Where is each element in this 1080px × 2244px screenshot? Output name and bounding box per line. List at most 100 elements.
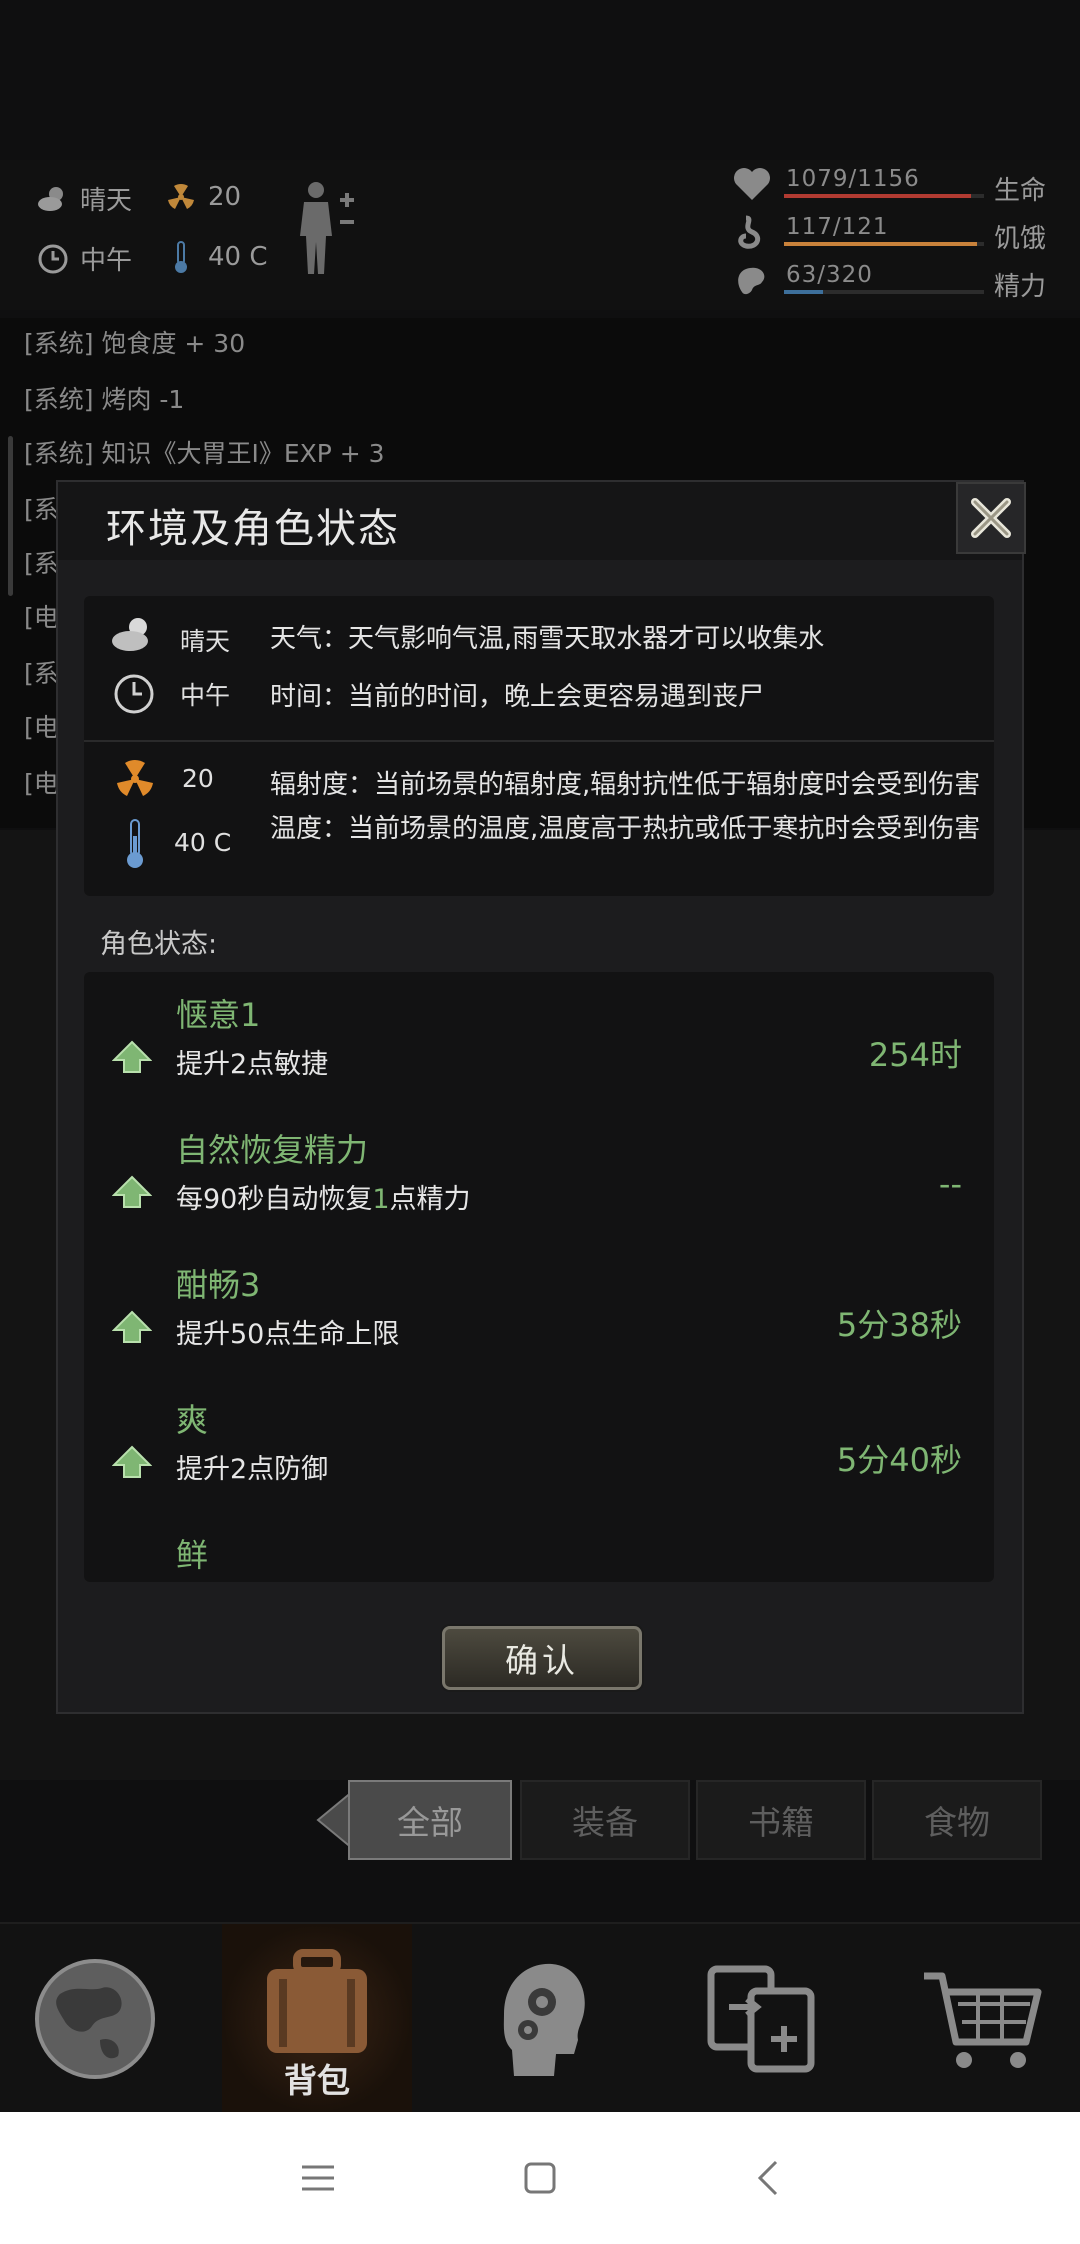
environment-panel: 晴天 天气：天气影响气温,雨雪天取水器才可以收集水 中午 时间：当前的时间，晚上…	[84, 596, 994, 896]
thermometer-icon	[124, 818, 146, 870]
back-chevron-icon	[757, 2160, 778, 2196]
log-line: [系统] 知识《大胃王Ⅰ》EXP + 3	[24, 439, 385, 468]
inventory-tabs: 全部 装备 书籍 食物	[316, 1780, 1076, 1862]
status-duration: 5分40秒	[836, 1441, 962, 1479]
health-bar: 1079/1156 生命	[732, 160, 1062, 208]
buff-arrow-icon	[111, 1040, 153, 1074]
close-icon	[971, 498, 1011, 538]
status-name: 爽	[176, 1401, 209, 1439]
hunger-value: 117/121	[786, 214, 889, 240]
buff-arrow-icon	[111, 1310, 153, 1344]
divider	[84, 740, 994, 742]
status-duration: 5分38秒	[836, 1306, 962, 1344]
tab-all[interactable]: 全部	[348, 1780, 512, 1860]
menu-button[interactable]	[288, 2148, 348, 2208]
body-status-button[interactable]	[292, 178, 362, 278]
weather-indicator: 晴天	[36, 180, 132, 217]
log-line: [电	[24, 603, 59, 632]
status-description: 每90秒自动恢复1点精力	[176, 1184, 471, 1215]
tab-equipment[interactable]: 装备	[520, 1780, 690, 1860]
bottom-navigation: 背包	[0, 1922, 1080, 2114]
hunger-label: 饥饿	[994, 224, 1047, 254]
vital-bars: 1079/1156 生命 117/121 饥饿 63/320 精力	[732, 160, 1062, 304]
radiation-text: 20	[208, 182, 242, 212]
health-label: 生命	[994, 176, 1047, 206]
radiation-icon	[164, 180, 198, 214]
temperature-indicator: 40 C	[164, 240, 268, 274]
cart-icon	[924, 1972, 1042, 2068]
confirm-button[interactable]: 确认	[442, 1626, 642, 1690]
dialog-title: 环境及角色状态	[106, 506, 400, 552]
weather-description: 天气：天气影响气温,雨雪天取水器才可以收集水	[270, 624, 825, 654]
status-item: 自然恢复精力 每90秒自动恢复1点精力 --	[84, 1107, 994, 1242]
globe-icon	[35, 1959, 155, 2079]
hunger-fill	[784, 242, 978, 246]
time-description: 时间：当前的时间，晚上会更容易遇到丧尸	[270, 682, 765, 712]
health-value: 1079/1156	[786, 166, 920, 192]
status-item: 爽 提升2点防御 5分40秒	[84, 1377, 994, 1512]
radiation-icon	[114, 758, 156, 800]
brain-icon	[732, 262, 772, 298]
nav-backpack[interactable]: 背包	[222, 1924, 412, 2114]
cloud-sun-icon	[110, 614, 158, 654]
menu-icon	[302, 2165, 334, 2191]
tab-books[interactable]: 书籍	[696, 1780, 866, 1860]
time-text: 中午	[80, 246, 133, 276]
log-line: [系	[24, 659, 59, 688]
status-name: 自然恢复精力	[176, 1131, 369, 1169]
log-scrollbar[interactable]	[8, 436, 13, 596]
buff-arrow-icon	[111, 1445, 153, 1479]
nav-transfer[interactable]	[666, 1924, 856, 2114]
buff-arrow-icon	[111, 1175, 153, 1209]
status-description: 提升2点敏捷	[176, 1049, 329, 1080]
nav-map[interactable]	[0, 1924, 190, 2114]
system-navigation-bar	[0, 2112, 1080, 2244]
log-line: [电	[24, 713, 59, 742]
nav-shop[interactable]	[888, 1924, 1078, 2114]
status-name: 酣畅3	[176, 1266, 261, 1304]
log-line: [系统] 饱食度 + 30	[24, 329, 246, 358]
status-name: 惬意1	[176, 996, 261, 1034]
status-name: 鲜	[176, 1536, 209, 1574]
log-line: [电	[24, 769, 59, 798]
stomach-icon	[732, 214, 772, 250]
health-fill	[784, 194, 971, 198]
status-item: 酣畅3 提升50点生命上限 5分38秒	[84, 1242, 994, 1377]
time-value: 中午	[180, 681, 231, 710]
hunger-bar: 117/121 饥饿	[732, 208, 1062, 256]
character-status-list[interactable]: 惬意1 提升2点敏捷 254时 自然恢复精力 每90秒自动恢复1点精力 -- 酣…	[84, 972, 994, 1582]
energy-fill	[784, 290, 824, 294]
temperature-description: 温度：当前场景的温度,温度高于热抗或低于寒抗时会受到伤害	[270, 814, 981, 844]
radiation-value: 20	[182, 764, 214, 793]
weather-text: 晴天	[80, 186, 133, 216]
temperature-value: 40 C	[174, 828, 232, 857]
nav-backpack-label: 背包	[284, 2061, 350, 2100]
clock-icon	[112, 672, 156, 716]
status-description: 提升2点防御	[176, 1454, 329, 1485]
back-button[interactable]	[738, 2148, 798, 2208]
status-hud: 晴天 20 中午 40 C 1079/1156 生命 117/121 饥饿 63…	[0, 160, 1080, 310]
status-description: 提升50点生命上限	[176, 1319, 400, 1350]
close-button[interactable]	[956, 482, 1026, 554]
status-duration: 254时	[868, 1036, 962, 1074]
log-line: [系	[24, 495, 59, 524]
status-item: 惬意1 提升2点敏捷 254时	[84, 972, 994, 1107]
temperature-text: 40 C	[208, 242, 268, 272]
time-indicator: 中午	[36, 240, 132, 277]
radiation-indicator: 20	[164, 180, 241, 214]
energy-label: 精力	[994, 272, 1047, 302]
head-gears-icon	[503, 1963, 585, 2076]
character-status-label: 角色状态:	[100, 929, 218, 960]
cloud-sun-icon	[36, 182, 70, 216]
dialog-header: 环境及角色状态	[58, 482, 1022, 560]
thermometer-icon	[164, 240, 198, 274]
nav-skills[interactable]	[444, 1924, 634, 2114]
home-square-icon	[524, 2162, 556, 2194]
log-line: [系	[24, 549, 59, 578]
tab-food[interactable]: 食物	[872, 1780, 1042, 1860]
home-button[interactable]	[510, 2148, 570, 2208]
transfer-icon	[707, 1965, 815, 2073]
backpack-icon	[267, 1949, 367, 2053]
status-duration: --	[938, 1165, 962, 1203]
log-line: [系统] 烤肉 -1	[24, 385, 185, 414]
